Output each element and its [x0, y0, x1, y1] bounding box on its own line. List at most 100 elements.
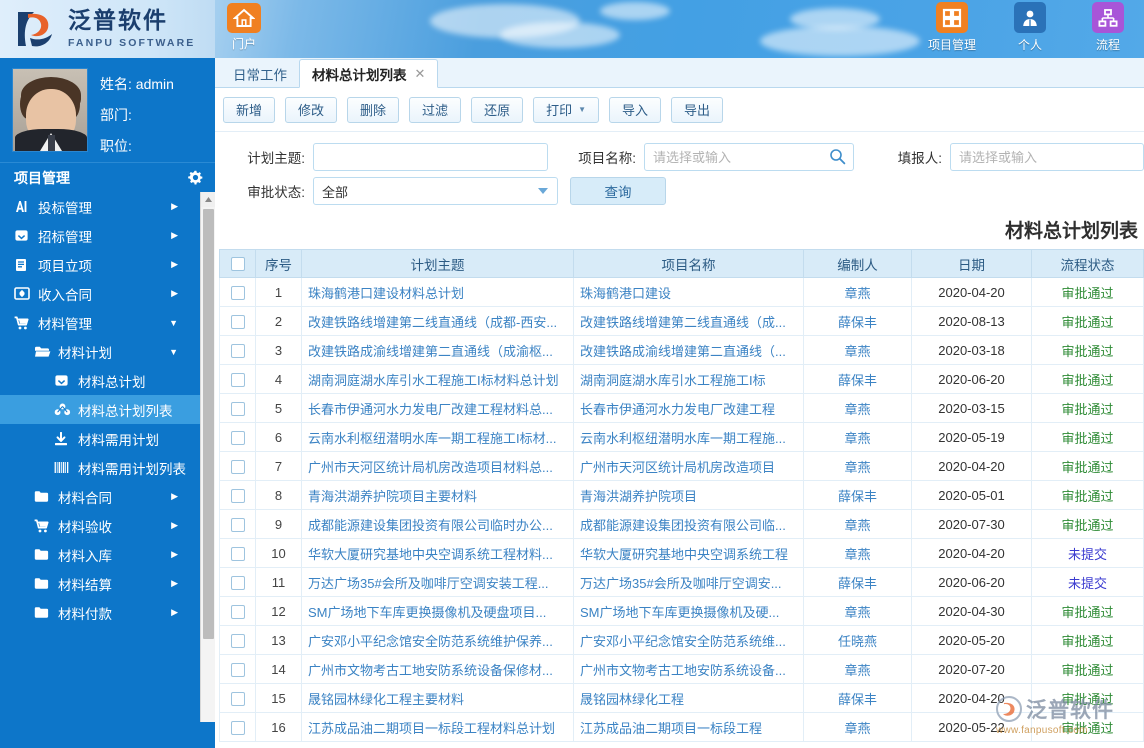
cell-project[interactable]: 晟铭园林绿化工程 [573, 683, 804, 713]
row-checkbox[interactable] [230, 691, 245, 706]
cell-user[interactable]: 薛保丰 [803, 567, 912, 597]
table-row[interactable]: 5 长春市伊通河水力发电厂改建工程材料总... 长春市伊通河水力发电厂改建工程 章燕 2… [219, 393, 1144, 423]
row-select-cell[interactable] [219, 480, 256, 510]
select-all-checkbox[interactable] [230, 257, 245, 272]
cell-topic[interactable]: 广州市天河区统计局机房改造项目材料总... [301, 451, 574, 481]
sidebar-item-4[interactable]: 材料管理 ▼ [0, 308, 200, 337]
cell-user[interactable]: 章燕 [803, 654, 912, 684]
sidebar-scrollbar[interactable] [200, 192, 215, 722]
table-row[interactable]: 9 成都能源建设集团投资有限公司临时办公... 成都能源建设集团投资有限公司临...… [219, 509, 1144, 539]
row-select-cell[interactable] [219, 683, 256, 713]
cell-project[interactable]: 云南水利枢纽潜明水库一期工程施... [573, 422, 804, 452]
row-select-cell[interactable] [219, 364, 256, 394]
row-select-cell[interactable] [219, 596, 256, 626]
gear-icon[interactable] [188, 170, 203, 185]
sidebar-item-13[interactable]: 材料结算 ▶ [0, 569, 200, 598]
row-select-cell[interactable] [219, 335, 256, 365]
cell-topic[interactable]: 青海洪湖养护院项目主要材料 [301, 480, 574, 510]
cell-project[interactable]: 广州市天河区统计局机房改造项目 [573, 451, 804, 481]
plan-topic-input[interactable] [313, 143, 548, 171]
cell-project[interactable]: 华软大厦研究基地中央空调系统工程 [573, 538, 804, 568]
cell-user[interactable]: 薛保丰 [803, 364, 912, 394]
cell-topic[interactable]: 晟铭园林绿化工程主要材料 [301, 683, 574, 713]
toolbar-button-1[interactable]: 修改 [285, 96, 338, 123]
header-item-personal[interactable]: 个人 [1002, 2, 1058, 53]
table-row[interactable]: 16 江苏成品油二期项目一标段工程材料总计划 江苏成品油二期项目一标段工程 章燕 202… [219, 712, 1144, 742]
tab-1[interactable]: 材料总计划列表 ✕ [299, 59, 439, 88]
cell-user[interactable]: 章燕 [803, 393, 912, 423]
sidebar-item-1[interactable]: 招标管理 ▶ [0, 221, 200, 250]
table-row[interactable]: 6 云南水利枢纽潜明水库一期工程施工I标材... 云南水利枢纽潜明水库一期工程施..… [219, 422, 1144, 452]
cell-project[interactable]: 湖南洞庭湖水库引水工程施工I标 [573, 364, 804, 394]
row-select-cell[interactable] [219, 451, 256, 481]
cell-user[interactable]: 章燕 [803, 596, 912, 626]
tab-0[interactable]: 日常工作 [221, 59, 299, 88]
project-name-input[interactable] [644, 143, 854, 171]
row-checkbox[interactable] [230, 517, 245, 532]
row-checkbox[interactable] [230, 343, 245, 358]
sidebar-item-5[interactable]: 材料计划 ▼ [0, 337, 200, 366]
cell-user[interactable]: 薛保丰 [803, 683, 912, 713]
cell-project[interactable]: 广安邓小平纪念馆安全防范系统维... [573, 625, 804, 655]
approval-status-select[interactable] [313, 177, 558, 205]
toolbar-button-5[interactable]: 打印 ▼ [533, 96, 600, 123]
cell-topic[interactable]: 华软大厦研究基地中央空调系统工程材料... [301, 538, 574, 568]
cell-user[interactable]: 薛保丰 [803, 306, 912, 336]
row-checkbox[interactable] [230, 314, 245, 329]
toolbar-button-0[interactable]: 新增 [223, 96, 276, 123]
row-checkbox[interactable] [230, 401, 245, 416]
cell-project[interactable]: 改建铁路线增建第二线直通线（成... [573, 306, 804, 336]
row-checkbox[interactable] [230, 372, 245, 387]
cell-project[interactable]: 江苏成品油二期项目一标段工程 [573, 712, 804, 742]
cell-project[interactable]: 长春市伊通河水力发电厂改建工程 [573, 393, 804, 423]
sidebar-item-14[interactable]: 材料付款 ▶ [0, 598, 200, 627]
reporter-input[interactable] [950, 143, 1144, 171]
cell-project[interactable]: 广州市文物考古工地安防系统设备... [573, 654, 804, 684]
row-checkbox[interactable] [230, 488, 245, 503]
column-header-index[interactable]: 序号 [255, 249, 302, 278]
sidebar-item-11[interactable]: 材料验收 ▶ [0, 511, 200, 540]
toolbar-button-6[interactable]: 导入 [609, 96, 662, 123]
table-row[interactable]: 10 华软大厦研究基地中央空调系统工程材料... 华软大厦研究基地中央空调系统工程章… [219, 538, 1144, 568]
table-row[interactable]: 7 广州市天河区统计局机房改造项目材料总... 广州市天河区统计局机房改造项目 章燕 2… [219, 451, 1144, 481]
column-header-user[interactable]: 编制人 [803, 249, 912, 278]
table-row[interactable]: 12 SM广场地下车库更换摄像机及硬盘项目... SM广场地下车库更换摄像机及硬..… [219, 596, 1144, 626]
row-select-cell[interactable] [219, 306, 256, 336]
query-button[interactable]: 查询 [570, 177, 666, 205]
row-select-cell[interactable] [219, 625, 256, 655]
sidebar-item-8[interactable]: 材料需用计划 [0, 424, 200, 453]
column-header-topic[interactable]: 计划主题 [301, 249, 574, 278]
cell-user[interactable]: 章燕 [803, 712, 912, 742]
cell-topic[interactable]: 长春市伊通河水力发电厂改建工程材料总... [301, 393, 574, 423]
cell-project[interactable]: SM广场地下车库更换摄像机及硬... [573, 596, 804, 626]
portal-button[interactable]: 门户 [218, 3, 270, 55]
row-checkbox[interactable] [230, 459, 245, 474]
cell-topic[interactable]: 成都能源建设集团投资有限公司临时办公... [301, 509, 574, 539]
table-row[interactable]: 8 青海洪湖养护院项目主要材料 青海洪湖养护院项目 薛保丰 2020-05-01 审批通过 [219, 480, 1144, 510]
cell-user[interactable]: 章燕 [803, 538, 912, 568]
sidebar-item-9[interactable]: 材料需用计划列表 [0, 453, 200, 482]
close-icon[interactable]: ✕ [415, 66, 426, 82]
row-select-cell[interactable] [219, 712, 256, 742]
cell-user[interactable]: 章燕 [803, 509, 912, 539]
toolbar-button-2[interactable]: 删除 [347, 96, 400, 123]
row-checkbox[interactable] [230, 546, 245, 561]
toolbar-button-3[interactable]: 过滤 [409, 96, 462, 123]
row-select-cell[interactable] [219, 567, 256, 597]
scrollbar-thumb[interactable] [203, 209, 214, 639]
table-row[interactable]: 3 改建铁路成渝线增建第二直通线（成渝枢... 改建铁路成渝线增建第二直通线（...… [219, 335, 1144, 365]
row-select-cell[interactable] [219, 277, 256, 307]
table-row[interactable]: 1 珠海鹤港口建设材料总计划 珠海鹤港口建设 章燕 2020-04-20 审批通过 [219, 277, 1144, 307]
toolbar-button-4[interactable]: 还原 [471, 96, 524, 123]
cell-project[interactable]: 改建铁路成渝线增建第二直通线（... [573, 335, 804, 365]
cell-topic[interactable]: 改建铁路线增建第二线直通线（成都-西安... [301, 306, 574, 336]
cell-topic[interactable]: SM广场地下车库更换摄像机及硬盘项目... [301, 596, 574, 626]
table-row[interactable]: 14 广州市文物考古工地安防系统设备保修材... 广州市文物考古工地安防系统设备..… [219, 654, 1144, 684]
cell-project[interactable]: 青海洪湖养护院项目 [573, 480, 804, 510]
cell-user[interactable]: 薛保丰 [803, 480, 912, 510]
row-select-cell[interactable] [219, 393, 256, 423]
sidebar-item-7[interactable]: 材料总计划列表 [0, 395, 200, 424]
scroll-up-icon[interactable] [201, 192, 215, 207]
cell-topic[interactable]: 万达广场35#会所及咖啡厅空调安装工程... [301, 567, 574, 597]
row-select-cell[interactable] [219, 509, 256, 539]
